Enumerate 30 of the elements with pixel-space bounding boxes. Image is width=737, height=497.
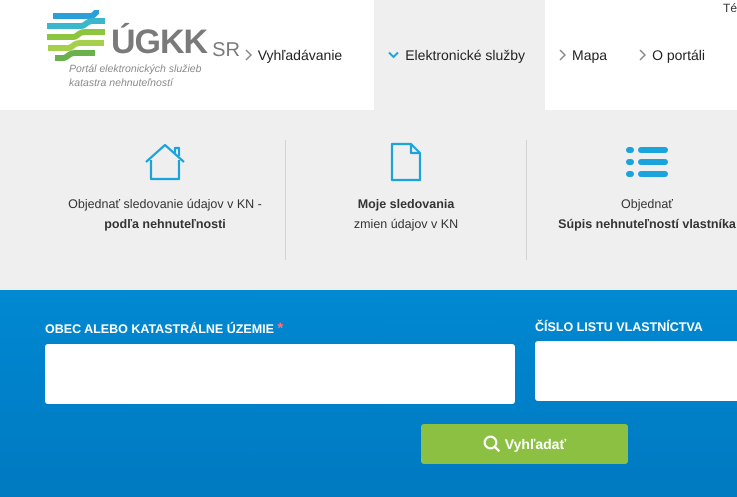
logo-tagline: Portál elektronických služieb (69, 62, 202, 76)
input-field[interactable] (45, 344, 515, 404)
service-menu-text: Objednať sledovanie údajov v KN - (68, 196, 262, 213)
field-label: OBEC ALEBO KATASTRÁLNE ÚZEMIE * (45, 320, 284, 337)
field-label: ČÍSLO LISTU VLASTNÍCTVA (535, 320, 704, 334)
service-menu-item[interactable]: Moje sledovania zmien údajov v KN (286, 140, 527, 260)
service-menu-text: Súpis nehnuteľností vlastníka (558, 216, 736, 233)
search-icon (482, 435, 501, 453)
service-menu-item[interactable]: Objednať sledovanie údajov v KN - podľa nehnuteľnosti (45, 140, 286, 260)
logo-stripes-icon (45, 10, 107, 62)
chevron-right-icon (559, 49, 566, 61)
nav-tab[interactable]: O portáli (639, 0, 719, 110)
service-menu-item[interactable]: Objednať Súpis nehnuteľností vlastníka (527, 140, 737, 260)
chevron-right-icon (244, 49, 252, 61)
list-icon (626, 145, 668, 179)
chevron-down-icon (388, 51, 400, 59)
top-link[interactable]: Té (722, 1, 737, 15)
nav-tab[interactable]: Mapa (559, 0, 622, 110)
house-icon (144, 143, 186, 181)
logo-wordmark: ÚGKK (111, 22, 208, 62)
nav-tab[interactable]: Elektronické služby (374, 0, 546, 110)
logo-suffix: SR (212, 38, 240, 62)
chevron-right-icon (639, 49, 646, 61)
service-menu-text: zmien údajov v KN (354, 216, 458, 233)
service-menu-text: podľa nehnuteľnosti (104, 216, 226, 233)
logo-tagline: katastra nehnuteľností (69, 76, 175, 90)
service-menu-text: Objednať (621, 196, 673, 213)
document-icon (390, 142, 422, 182)
service-menu-text: Moje sledovania (358, 196, 454, 213)
nav-tab[interactable]: Vyhľadávanie (244, 0, 356, 110)
